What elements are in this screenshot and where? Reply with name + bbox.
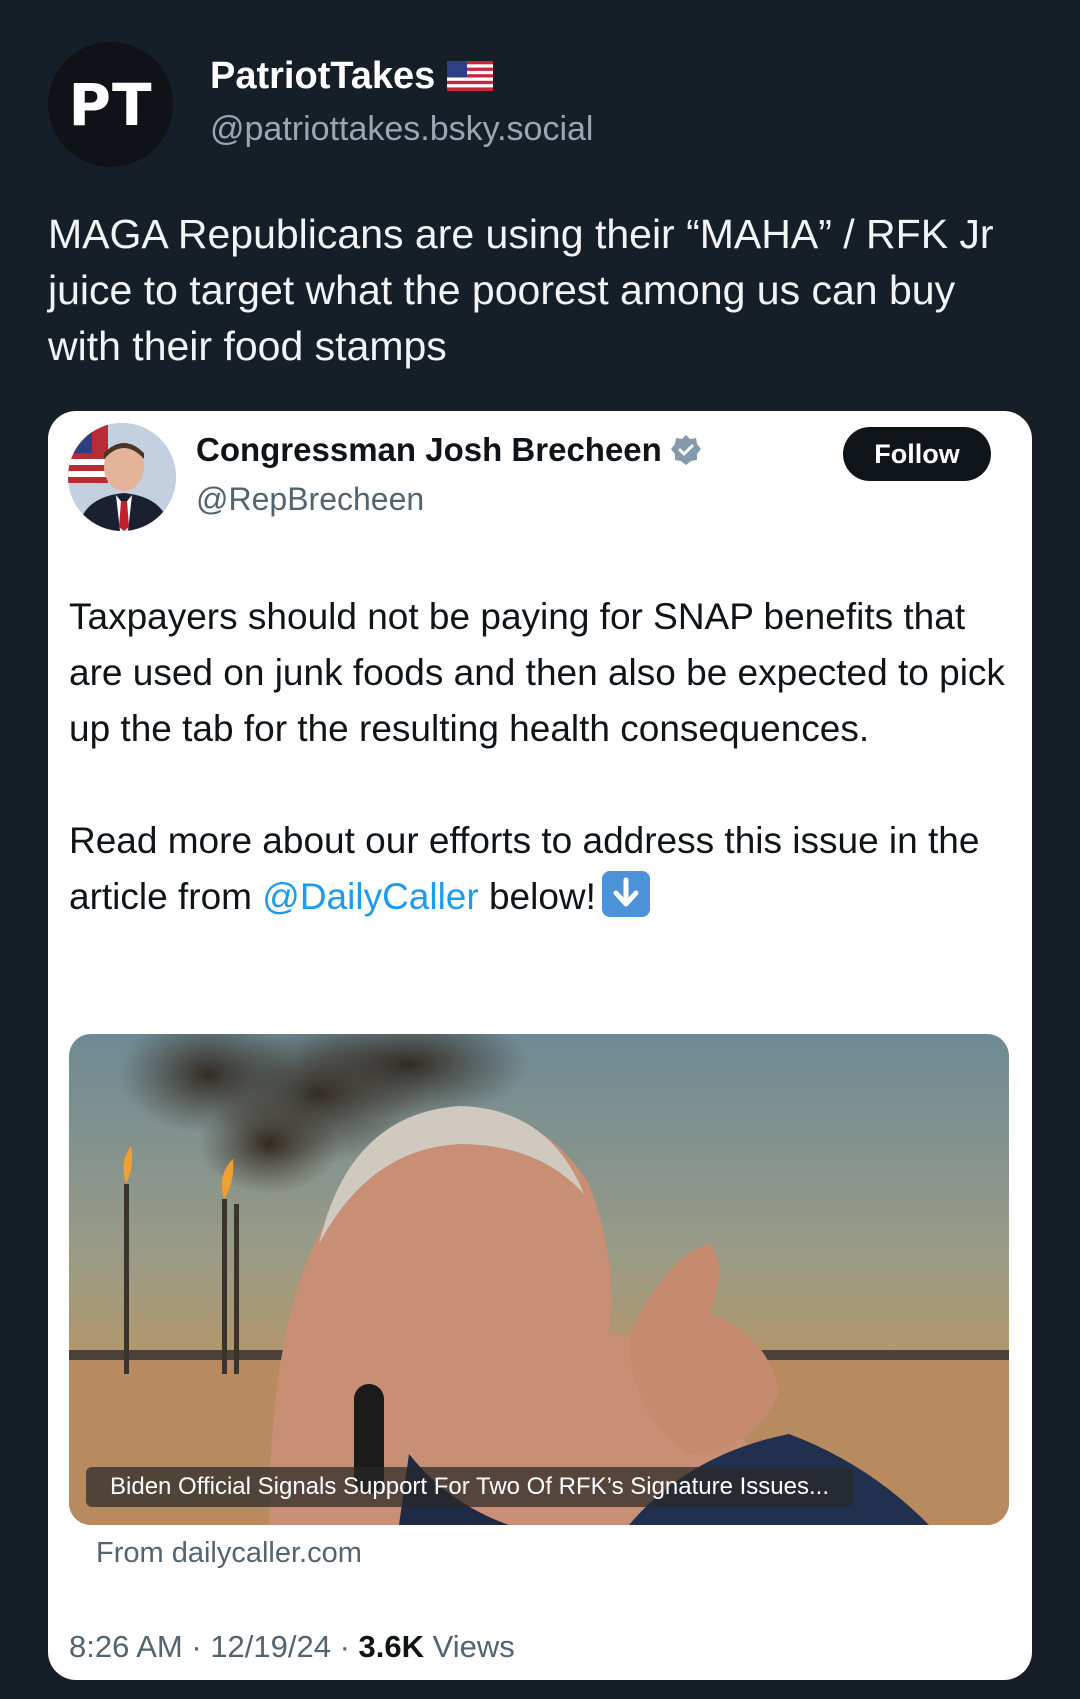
article-card[interactable]: Biden Official Signals Support For Two O…	[69, 1034, 1009, 1525]
tweet-paragraph-2: Read more about our efforts to address t…	[69, 813, 1019, 925]
meta-separator: ·	[191, 1629, 211, 1664]
down-arrow-icon	[601, 871, 650, 917]
tweet-time: 8:26 AM	[69, 1629, 183, 1664]
rep-name[interactable]: Congressman Josh Brecheen	[196, 431, 662, 469]
author-handle[interactable]: @patriottakes.bsky.social	[210, 110, 593, 149]
post-header: PT PatriotTakes @patriottakes.bsky.socia…	[48, 42, 593, 167]
tweet-text: Taxpayers should not be paying for SNAP …	[69, 589, 1019, 981]
rep-portrait-image	[68, 423, 176, 531]
author-info: PatriotTakes @patriottakes.bsky.social	[210, 55, 593, 149]
article-caption: Biden Official Signals Support For Two O…	[86, 1467, 854, 1507]
author-name-row[interactable]: PatriotTakes	[210, 55, 593, 98]
author-avatar[interactable]: PT	[48, 42, 173, 167]
avatar-initials: PT	[68, 70, 153, 139]
article-image	[69, 1034, 1009, 1525]
views-count: 3.6K	[358, 1629, 425, 1664]
tweet-paragraph-2-end: below!	[478, 876, 596, 917]
tweet-meta: 8:26 AM · 12/19/24 · 3.6K Views	[69, 1629, 515, 1665]
author-name[interactable]: PatriotTakes	[210, 55, 435, 98]
rep-name-row[interactable]: Congressman Josh Brecheen	[196, 431, 702, 469]
article-source[interactable]: From dailycaller.com	[96, 1537, 362, 1570]
meta-separator: ·	[339, 1629, 359, 1664]
follow-button[interactable]: Follow	[843, 427, 991, 481]
rep-handle[interactable]: @RepBrecheen	[196, 481, 424, 518]
embedded-tweet-screenshot[interactable]: Congressman Josh Brecheen @RepBrecheen F…	[48, 411, 1032, 1680]
tweet-date: 12/19/24	[210, 1629, 331, 1664]
rep-avatar	[68, 423, 176, 531]
tweet-paragraph-1: Taxpayers should not be paying for SNAP …	[69, 596, 1005, 749]
post-text: MAGA Republicans are using their “MAHA” …	[48, 211, 994, 369]
mention-link[interactable]: @DailyCaller	[262, 876, 478, 917]
verified-badge-icon	[670, 435, 701, 465]
views-label: Views	[432, 1629, 515, 1664]
us-flag-icon	[447, 61, 494, 91]
